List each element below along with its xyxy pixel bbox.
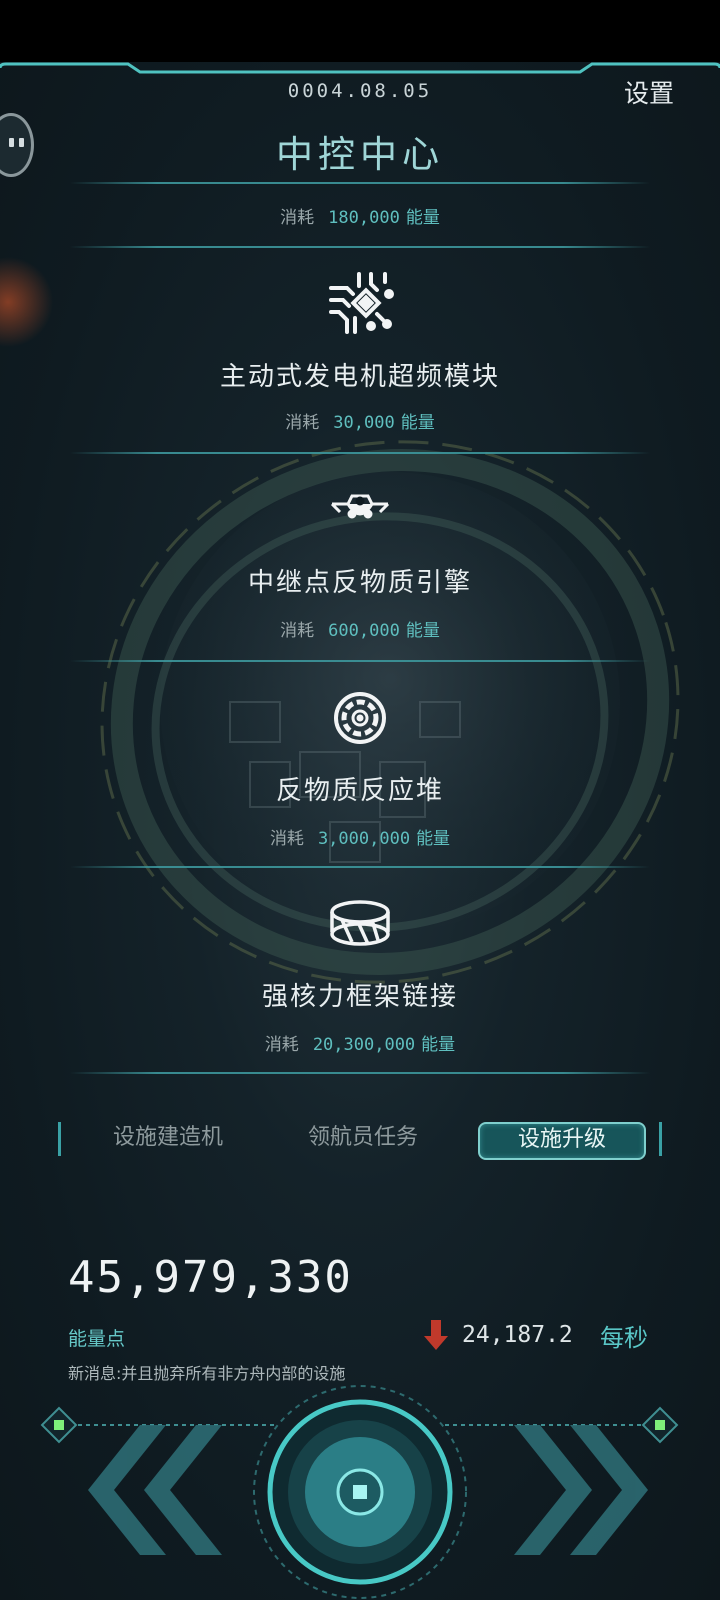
screen-top-border: [0, 62, 720, 74]
right-diamond-indicator: [641, 1406, 679, 1444]
upgrade-cost: 消耗 3,000,000 能量: [0, 824, 720, 849]
divider: [70, 182, 650, 184]
settings-button[interactable]: 设置: [624, 74, 674, 110]
cost-label: 消耗: [280, 208, 315, 228]
cost-label: 消耗: [280, 621, 315, 641]
left-diamond-indicator: [40, 1406, 78, 1444]
cost-label: 消耗: [269, 829, 304, 849]
cost-unit: 能量: [405, 208, 440, 228]
tab-facility-upgrade[interactable]: 设施升级: [478, 1122, 646, 1160]
divider: [70, 660, 650, 662]
center-action-button[interactable]: [253, 1385, 467, 1599]
upgrade-name[interactable]: 中继点反物质引擎: [0, 562, 720, 599]
upgrade-name[interactable]: 主动式发电机超频模块: [0, 356, 720, 393]
arrow-down-icon: [424, 1320, 448, 1350]
cost-amount: 180,000: [328, 208, 400, 228]
cost-unit: 能量: [405, 621, 440, 641]
upgrade-cost: 消耗 20,300,000 能量: [0, 1030, 720, 1055]
bottom-controls: [40, 1385, 679, 1599]
energy-label: 能量点: [68, 1328, 126, 1350]
divider: [70, 1072, 650, 1074]
page-title: 中控中心: [276, 133, 444, 176]
cost-label: 消耗: [264, 1035, 299, 1055]
cost-amount: 20,300,000: [312, 1035, 416, 1055]
reactor-ring-icon[interactable]: [0, 690, 720, 750]
upgrade-cost: 消耗 600,000 能量: [0, 616, 720, 641]
circuit-chip-icon[interactable]: [0, 268, 720, 342]
cost-label: 消耗: [285, 413, 320, 433]
cost-amount: 3,000,000: [317, 829, 411, 849]
next-chevron-button[interactable]: [514, 1425, 648, 1555]
system-status-bar: [0, 0, 720, 62]
tab-bar: 设施建造机 领航员任务 设施升级: [58, 1122, 662, 1160]
ring-frame-icon[interactable]: [0, 898, 720, 952]
tab-bar-edge: [58, 1122, 61, 1156]
upgrade-name[interactable]: 反物质反应堆: [0, 770, 720, 807]
cost-unit: 能量: [400, 413, 435, 433]
energy-rate: 24,187.2: [462, 1322, 573, 1348]
energy-total: 45,979,330: [68, 1252, 353, 1303]
cost-unit: 能量: [416, 829, 451, 849]
divider: [70, 246, 650, 248]
tab-facility-builder[interactable]: 设施建造机: [78, 1122, 258, 1156]
cost-amount: 30,000: [333, 413, 395, 433]
upgrade-cost: 消耗 30,000 能量: [0, 408, 720, 433]
cost-amount: 600,000: [328, 621, 400, 641]
energy-rate-unit: 每秒: [600, 1324, 648, 1352]
drone-engine-icon[interactable]: [0, 486, 720, 530]
previous-chevron-button[interactable]: [88, 1425, 222, 1555]
tab-bar-edge: [659, 1122, 662, 1156]
divider: [70, 866, 650, 868]
cost-unit: 能量: [421, 1035, 456, 1055]
upgrade-name[interactable]: 强核力框架链接: [0, 976, 720, 1013]
tab-navigator-missions[interactable]: 领航员任务: [273, 1122, 453, 1156]
title-cost: 消耗 180,000 能量: [0, 203, 720, 228]
divider: [70, 452, 650, 454]
game-date: 0004.08.05: [287, 80, 433, 102]
